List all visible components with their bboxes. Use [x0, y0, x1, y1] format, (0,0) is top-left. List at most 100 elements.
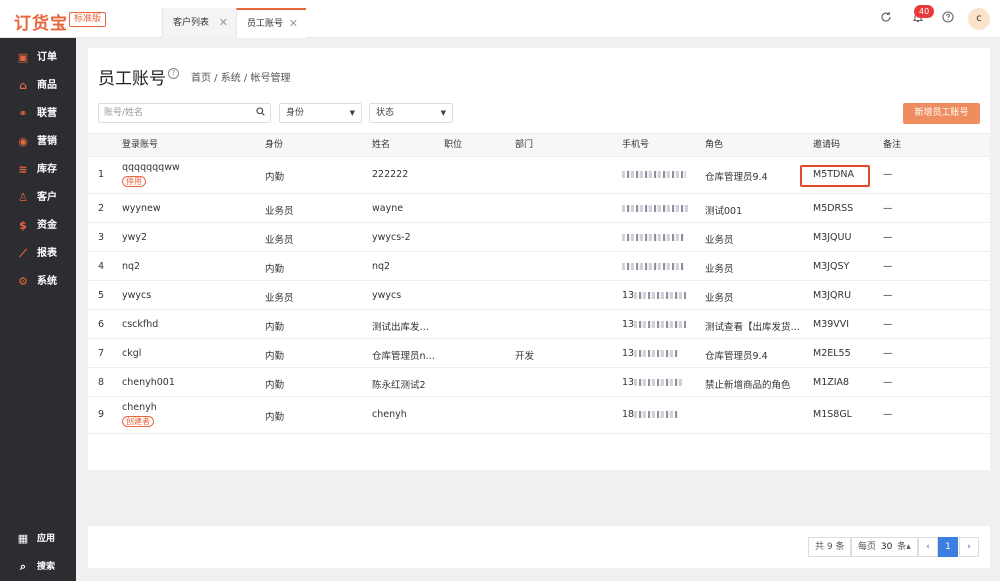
table-row[interactable]: 8 chenyh001 内勤 陈永红测试2 13 禁止新增商品的角色 M1ZIA… [88, 368, 990, 397]
help-icon[interactable]: ? [168, 68, 179, 79]
identity-cell: 内勤 [265, 264, 285, 275]
phone-cell: 13 [622, 377, 683, 388]
sidebar-item-reports[interactable]: ⟋ 报表 [0, 240, 76, 268]
page-size-select[interactable]: 每页 30 条▴ [851, 537, 918, 557]
role-cell: 业务员 [705, 293, 734, 304]
invite-code-cell: M39VVI [813, 319, 850, 330]
identity-select[interactable]: 身份 ▼ [279, 103, 362, 123]
identity-cell: 业务员 [265, 235, 294, 246]
note-cell: — [883, 169, 893, 180]
search-input[interactable] [104, 106, 249, 120]
page-1-button[interactable]: 1 [938, 537, 958, 557]
phone-cell: 13 [622, 290, 687, 301]
phone-cell: 18 [622, 409, 679, 420]
marketing-icon: ◉ [18, 135, 28, 148]
notification-badge: 40 [914, 5, 935, 18]
note-cell: — [883, 203, 893, 214]
column-header: 邀请码 [813, 140, 841, 150]
account-cell[interactable]: ywycs [122, 290, 151, 301]
column-header: 备注 [883, 140, 902, 150]
sidebar-item-customers[interactable]: ♙ 客户 [0, 184, 76, 212]
page-size-value: 30 [880, 542, 893, 552]
close-icon[interactable]: ✕ [219, 8, 228, 38]
chevron-down-icon: ▼ [440, 109, 446, 117]
breadcrumb[interactable]: 首页 / 系统 / 帐号管理 [191, 69, 290, 84]
account-cell[interactable]: ywy2 [122, 232, 147, 243]
table-row[interactable]: 7 ckgl 内勤 仓库管理员n… 开发 13 仓库管理员9.4 M2EL55 … [88, 339, 990, 368]
name-cell: 陈永红测试2 [372, 380, 426, 391]
row-number: 1 [98, 169, 105, 180]
search-field[interactable] [98, 103, 271, 123]
row-number: 5 [98, 290, 105, 301]
pagination-bar: 共 9 条 每页 30 条▴ ‹ 1 › [88, 526, 990, 568]
identity-cell: 内勤 [265, 322, 285, 333]
close-icon[interactable]: ✕ [289, 10, 298, 38]
table-row[interactable]: 5 ywycs 业务员 ywycs 13 业务员 M3JQRU — [88, 281, 990, 310]
page-title: 员工账号 [98, 69, 166, 89]
sidebar: ▣ 订单 ⌂ 商品 ⚭ 联营 ◉ 营销 ≋ 库存 ♙ 客户 $ 资金 ⟋ 报表 … [0, 38, 76, 581]
sidebar-item-label: 系统 [37, 276, 57, 287]
name-cell: nq2 [372, 261, 391, 272]
table-row[interactable]: 6 csckfhd 内勤 测试出库发… 13 测试查看【出库发货… M39VVI… [88, 310, 990, 339]
account-cell[interactable]: nq2 [122, 261, 140, 272]
role-cell: 仓库管理员9.4 [705, 172, 768, 183]
prev-page-button[interactable]: ‹ [918, 537, 938, 557]
creator-badge: 创建者 [122, 416, 154, 427]
app-logo[interactable]: 订货宝 [14, 9, 68, 34]
search-icon: ⌕ [19, 560, 27, 573]
phone-cell: 13 [622, 348, 679, 359]
help-icon[interactable] [940, 11, 956, 27]
sidebar-item-apps[interactable]: ▦ 应用 [0, 525, 76, 553]
sidebar-item-orders[interactable]: ▣ 订单 [0, 44, 76, 72]
column-header: 部门 [515, 140, 534, 150]
role-cell: 仓库管理员9.4 [705, 351, 768, 362]
name-cell: ywycs-2 [372, 232, 411, 243]
account-cell[interactable]: qqqqqqqww [122, 162, 180, 173]
account-cell[interactable]: wyynew [122, 203, 161, 214]
sidebar-item-alliance[interactable]: ⚭ 联营 [0, 100, 76, 128]
sidebar-item-label: 订单 [37, 52, 57, 63]
note-cell: — [883, 377, 893, 388]
refresh-icon[interactable] [878, 11, 894, 27]
avatar[interactable]: c [968, 8, 990, 30]
table-row[interactable]: 4 nq2 内勤 nq2 业务员 M3JQSY — [88, 252, 990, 281]
report-icon: ⟋ [19, 247, 27, 260]
phone-cell [622, 169, 686, 180]
inventory-icon: ≋ [18, 163, 28, 176]
sidebar-item-funds[interactable]: $ 资金 [0, 212, 76, 240]
name-cell: 测试出库发… [372, 322, 430, 333]
add-employee-button[interactable]: 新增员工账号 [903, 103, 980, 124]
table-row[interactable]: 9 chenyh 创建者 内勤 chenyh 18 M1S8GL — [88, 397, 990, 434]
sidebar-item-goods[interactable]: ⌂ 商品 [0, 72, 76, 100]
account-cell[interactable]: chenyh [122, 402, 157, 413]
sidebar-item-marketing[interactable]: ◉ 营销 [0, 128, 76, 156]
account-cell[interactable]: ckgl [122, 348, 141, 359]
sidebar-item-search[interactable]: ⌕ 搜索 [0, 553, 76, 581]
account-cell[interactable]: chenyh001 [122, 377, 175, 388]
phone-cell [622, 261, 684, 272]
total-count: 共 9 条 [808, 537, 852, 557]
account-cell[interactable]: csckfhd [122, 319, 158, 330]
identity-cell: 业务员 [265, 293, 294, 304]
column-header: 职位 [444, 140, 463, 150]
chevron-down-icon: ▼ [349, 109, 355, 117]
select-value: 状态 [376, 108, 395, 118]
column-header: 身份 [265, 140, 284, 150]
status-select[interactable]: 状态 ▼ [369, 103, 453, 123]
next-page-button[interactable]: › [959, 537, 979, 557]
sidebar-item-label: 资金 [37, 220, 57, 231]
tab-customer-list[interactable]: 客户列表 ✕ [162, 8, 236, 38]
sidebar-item-system[interactable]: ⚙ 系统 [0, 268, 76, 296]
table-row[interactable]: 3 ywy2 业务员 ywycs-2 业务员 M3JQUU — [88, 223, 990, 252]
tab-employee-accounts[interactable]: 员工账号 ✕ [236, 8, 306, 38]
tab-label: 员工账号 [247, 19, 284, 29]
sidebar-item-label: 库存 [37, 164, 57, 175]
search-icon[interactable] [256, 107, 265, 119]
main-card: 员工账号 ? 首页 / 系统 / 帐号管理 身份 ▼ 状态 ▼ 新增员工账号 登… [88, 48, 990, 470]
table-row[interactable]: 2 wyynew 业务员 wayne 测试001 M5DRSS — [88, 194, 990, 223]
sidebar-item-label: 联营 [37, 108, 57, 119]
column-header: 角色 [705, 140, 724, 150]
sidebar-item-inventory[interactable]: ≋ 库存 [0, 156, 76, 184]
name-cell: ywycs [372, 290, 402, 301]
role-cell: 业务员 [705, 235, 734, 246]
